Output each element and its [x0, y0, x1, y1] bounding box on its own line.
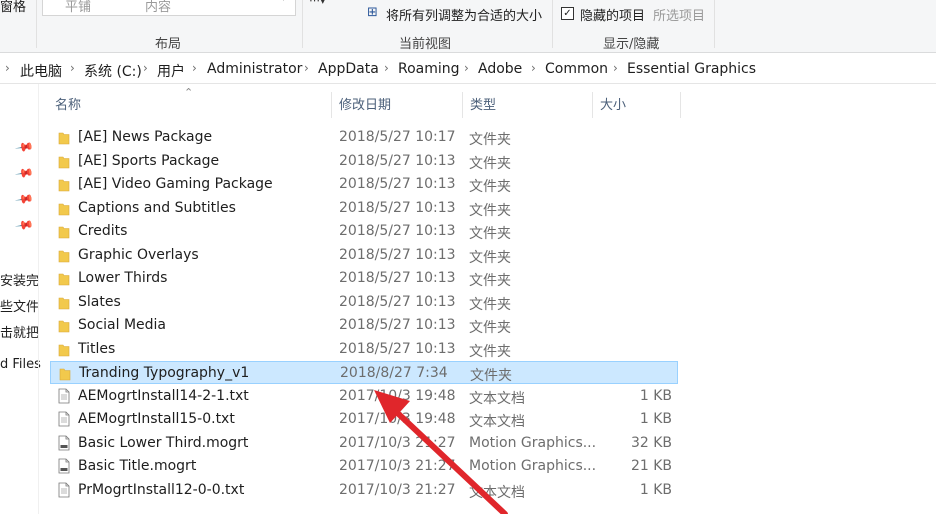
annotation-arrow [374, 390, 508, 514]
arrow-shaft [386, 402, 508, 514]
